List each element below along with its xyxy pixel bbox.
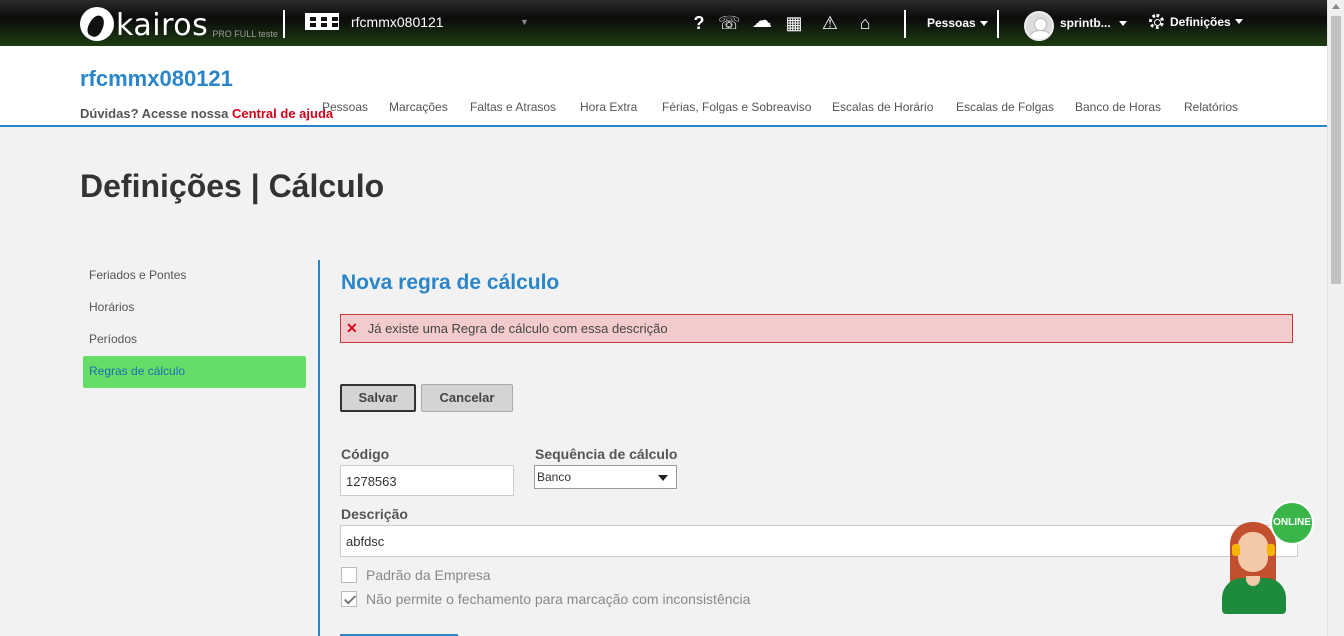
divider — [997, 10, 999, 38]
no-close-checkbox[interactable] — [341, 591, 357, 607]
online-badge[interactable]: ONLINE — [1270, 501, 1314, 545]
nav-relatorios[interactable]: Relatórios — [1184, 100, 1238, 114]
support-icon[interactable]: ☏ — [718, 14, 741, 32]
caret-down-icon — [979, 20, 988, 26]
chat-widget[interactable]: ONLINE — [1218, 500, 1318, 615]
building-icon — [305, 13, 339, 30]
error-icon: ✕ — [346, 320, 358, 336]
nav-banco-horas[interactable]: Banco de Horas — [1075, 100, 1161, 114]
company-selector[interactable]: rfcmmx080121 ▼ — [305, 13, 535, 30]
code-field[interactable]: 1278563 — [340, 465, 514, 496]
divider — [283, 10, 285, 38]
sequence-selected-value: Banco — [537, 470, 572, 484]
calculator-icon[interactable]: ▦ — [783, 14, 805, 32]
section-title: Nova regra de cálculo — [341, 271, 560, 294]
user-menu-label: sprintb... — [1060, 16, 1111, 30]
no-close-option: Não permite o fechamento para marcação c… — [341, 591, 750, 607]
company-default-checkbox[interactable] — [341, 567, 357, 583]
company-name: rfcmmx080121 — [351, 13, 444, 30]
caret-down-icon — [1234, 19, 1243, 24]
company-title: rfcmmx080121 — [80, 66, 233, 91]
nav-faltas-atrasos[interactable]: Faltas e Atrasos — [470, 100, 556, 114]
nav-pessoas[interactable]: Pessoas — [322, 100, 368, 114]
top-bar: kairos PRO FULL teste rfcmmx080121 ▼ ? ☏… — [0, 0, 1327, 46]
user-menu[interactable]: sprintb... — [1060, 16, 1127, 30]
settings-menu[interactable]: Definições — [1149, 14, 1243, 29]
sidebar-item-feriados[interactable]: Feriados e Pontes — [83, 260, 306, 292]
logo-text: kairos — [116, 8, 209, 43]
nav-escalas-horario[interactable]: Escalas de Horário — [832, 100, 933, 114]
nav-marcacoes[interactable]: Marcações — [389, 100, 448, 114]
people-menu[interactable]: Pessoas — [927, 16, 988, 30]
help-center-link[interactable]: Central de ajuda — [232, 106, 333, 121]
logo-mark-icon — [80, 7, 114, 41]
description-label: Descrição — [341, 506, 408, 522]
description-field[interactable]: abfdsc — [340, 525, 1298, 557]
no-close-label: Não permite o fechamento para marcação c… — [366, 591, 751, 607]
help-prefix: Dúvidas? Acesse nossa — [80, 106, 232, 121]
avatar[interactable] — [1024, 11, 1054, 41]
inbox-icon[interactable]: ⌂ — [854, 14, 876, 32]
scroll-thumb[interactable] — [1331, 16, 1341, 284]
error-alert: ✕ Já existe uma Regra de cálculo com ess… — [340, 314, 1293, 343]
people-menu-label: Pessoas — [927, 16, 976, 30]
headset-icon — [1267, 544, 1275, 556]
nav-ferias-folgas[interactable]: Férias, Folgas e Sobreaviso — [662, 100, 811, 114]
sequence-select[interactable]: Banco — [534, 465, 677, 489]
nav-hora-extra[interactable]: Hora Extra — [580, 100, 637, 114]
code-label: Código — [341, 446, 390, 462]
divider — [904, 10, 906, 38]
cancel-button[interactable]: Cancelar — [421, 384, 513, 412]
chevron-down-icon: ▼ — [520, 17, 529, 27]
save-button[interactable]: Salvar — [340, 384, 416, 412]
headset-icon — [1232, 544, 1240, 556]
settings-sidebar: Feriados e Pontes Horários Períodos Regr… — [83, 260, 306, 388]
page-header: rfcmmx080121 Dúvidas? Acesse nossa Centr… — [0, 46, 1327, 127]
scroll-up-icon[interactable] — [1332, 4, 1340, 9]
help-text: Dúvidas? Acesse nossa Central de ajuda — [80, 106, 333, 121]
company-default-option: Padrão da Empresa — [341, 567, 491, 583]
nav-escalas-folgas[interactable]: Escalas de Folgas — [956, 100, 1054, 114]
logo-subtitle: PRO FULL teste — [212, 29, 278, 39]
company-default-label: Padrão da Empresa — [366, 567, 491, 583]
page-title: Definições | Cálculo — [80, 168, 385, 204]
sidebar-item-regras-calculo[interactable]: Regras de cálculo — [83, 356, 306, 388]
gear-icon — [1149, 14, 1164, 29]
error-message: Já existe uma Regra de cálculo com essa … — [367, 321, 668, 336]
caret-down-icon — [1118, 20, 1127, 26]
chevron-down-icon — [658, 475, 668, 481]
scrollbar[interactable] — [1327, 0, 1344, 636]
settings-menu-label: Definições — [1170, 14, 1231, 29]
warning-icon[interactable]: ⚠ — [819, 14, 841, 32]
sidebar-item-horarios[interactable]: Horários — [83, 292, 306, 324]
sequence-label: Sequência de cálculo — [535, 446, 678, 462]
kairos-logo[interactable]: kairos PRO FULL teste — [80, 5, 278, 41]
sidebar-item-periodos[interactable]: Períodos — [83, 324, 306, 356]
help-icon[interactable]: ? — [688, 14, 710, 32]
cloud-download-icon[interactable]: ☁ — [751, 11, 773, 31]
agent-face — [1238, 532, 1268, 572]
content-divider — [318, 260, 320, 636]
